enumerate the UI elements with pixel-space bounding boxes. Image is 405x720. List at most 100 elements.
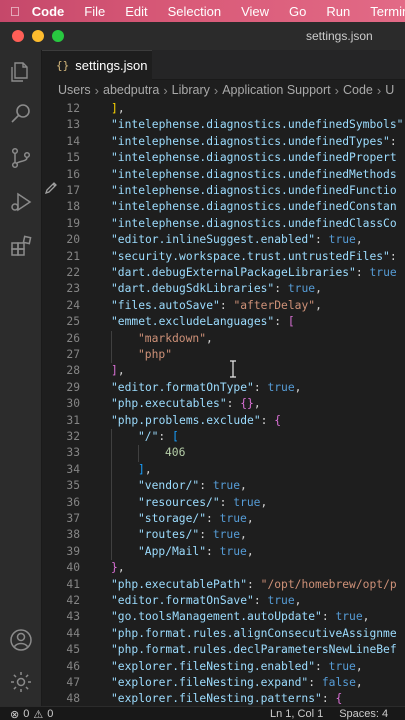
code-line[interactable]: 18 "intelephense.diagnostics.undefinedCon… bbox=[42, 199, 405, 215]
code-token: : bbox=[274, 315, 288, 329]
breadcrumb-item[interactable]: Users bbox=[58, 83, 91, 97]
code-line[interactable]: 32 "/": [ bbox=[42, 429, 405, 446]
menu-app-name[interactable]: Code bbox=[20, 4, 75, 19]
breadcrumb-item[interactable]: Code bbox=[343, 83, 373, 97]
code-text: "intelephense.diagnostics.undefinedPrope… bbox=[111, 150, 397, 166]
code-line[interactable]: 15 "intelephense.diagnostics.undefinedPro… bbox=[42, 150, 405, 166]
breadcrumb-item[interactable]: abedputra bbox=[103, 83, 159, 97]
code-line[interactable]: 16 "intelephense.diagnostics.undefinedMet… bbox=[42, 167, 405, 183]
code-line[interactable]: 46 "explorer.fileNesting.enabled": true, bbox=[42, 659, 405, 675]
code-token: true bbox=[219, 512, 247, 525]
code-line[interactable]: 22 "dart.debugExternalPackageLibraries": … bbox=[42, 265, 405, 281]
breadcrumb-item[interactable]: U bbox=[385, 83, 394, 97]
source-control-icon[interactable] bbox=[9, 146, 33, 170]
code-token: : bbox=[315, 233, 329, 247]
files-icon[interactable] bbox=[9, 60, 33, 84]
code-line[interactable]: 31 "php.problems.exclude": { bbox=[42, 413, 405, 429]
code-line[interactable]: 36 "resources/": true, bbox=[42, 494, 405, 511]
code-line[interactable]: 20 "editor.inlineSuggest.enabled": true, bbox=[42, 232, 405, 248]
code-token: : bbox=[253, 594, 268, 607]
code-text: 406 bbox=[165, 445, 185, 461]
code-token: "intelephense.diagnostics.undefinedTypes… bbox=[111, 134, 390, 148]
indent-guide bbox=[111, 330, 112, 347]
code-line[interactable]: 14 "intelephense.diagnostics.undefinedTyp… bbox=[42, 134, 405, 150]
code-line[interactable]: 30 "php.executables": {}, bbox=[42, 396, 405, 412]
code-token: , bbox=[260, 495, 268, 509]
code-token: } bbox=[111, 561, 118, 575]
code-line[interactable]: 47 "explorer.fileNesting.expand": false, bbox=[42, 675, 405, 691]
menu-terminal[interactable]: Termin bbox=[360, 4, 405, 19]
code-line[interactable]: 44 "php.format.rules.alignConsecutiveAssi… bbox=[42, 626, 405, 642]
code-token: : bbox=[321, 692, 336, 706]
code-text: "php" bbox=[138, 347, 172, 363]
code-line[interactable]: 38 "routes/": true, bbox=[42, 527, 405, 544]
code-line[interactable]: 21 "security.workspace.trust.untrustedFil… bbox=[42, 249, 405, 265]
extensions-icon[interactable] bbox=[9, 234, 33, 258]
code-token: : bbox=[206, 544, 220, 558]
menu-file[interactable]: File bbox=[74, 4, 115, 19]
code-line[interactable]: 24 "files.autoSave": "afterDelay", bbox=[42, 298, 405, 314]
code-line[interactable]: 37 "storage/": true, bbox=[42, 511, 405, 528]
menu-run[interactable]: Run bbox=[316, 4, 360, 19]
code-line[interactable]: 45 "php.format.rules.declParametersNewLin… bbox=[42, 642, 405, 658]
zoom-window-button[interactable] bbox=[52, 30, 64, 42]
menu-selection[interactable]: Selection bbox=[158, 4, 231, 19]
code-token: , bbox=[246, 544, 254, 558]
code-token: , bbox=[240, 528, 247, 542]
breadcrumb-item[interactable]: Application Support bbox=[222, 83, 330, 97]
code-text: "vendor/": true, bbox=[138, 478, 247, 494]
line-number: 27 bbox=[66, 348, 80, 361]
code-line[interactable]: 26 "markdown", bbox=[42, 330, 405, 347]
code-line[interactable]: 12], bbox=[42, 101, 405, 117]
code-line[interactable]: 23 "dart.debugSdkLibraries": true, bbox=[42, 281, 405, 297]
search-icon[interactable] bbox=[9, 102, 33, 126]
minimize-window-button[interactable] bbox=[32, 30, 44, 42]
breadcrumb-item[interactable]: Library bbox=[172, 83, 210, 97]
menu-view[interactable]: View bbox=[231, 4, 279, 19]
code-token: true bbox=[328, 659, 356, 673]
code-token: "php.problems.exclude" bbox=[111, 413, 261, 427]
code-token: "php.executables" bbox=[111, 397, 227, 411]
apple-icon[interactable]:  bbox=[0, 4, 20, 19]
code-text: "storage/": true, bbox=[138, 511, 254, 527]
code-token: "emmet.excludeLanguages" bbox=[111, 315, 275, 329]
run-debug-icon[interactable] bbox=[9, 190, 33, 214]
line-number: 46 bbox=[66, 659, 80, 673]
code-line[interactable]: 35 "vendor/": true, bbox=[42, 478, 405, 495]
line-number: 38 bbox=[66, 528, 80, 542]
indentation-setting[interactable]: Spaces: 4 bbox=[339, 708, 388, 720]
code-line[interactable]: 34], bbox=[42, 461, 405, 479]
settings-gear-icon[interactable] bbox=[9, 670, 33, 694]
code-line[interactable]: 28], bbox=[42, 363, 405, 379]
tab-settings-json[interactable]: {} settings.json bbox=[42, 50, 152, 80]
cursor-position[interactable]: Ln 1, Col 1 bbox=[270, 708, 323, 720]
indent-guide bbox=[111, 527, 112, 544]
code-line[interactable]: 39 "App/Mail": true, bbox=[42, 543, 405, 561]
code-line[interactable]: 42 "editor.formatOnSave": true, bbox=[42, 593, 405, 609]
close-window-button[interactable] bbox=[12, 30, 24, 42]
code-line[interactable]: 13 "intelephense.diagnostics.undefinedSym… bbox=[42, 117, 405, 133]
code-line[interactable]: 33 406 bbox=[42, 445, 405, 462]
code-token: , bbox=[355, 659, 363, 673]
code-token: 406 bbox=[165, 446, 186, 460]
code-text: "editor.formatOnType": true, bbox=[111, 380, 301, 396]
menu-go[interactable]: Go bbox=[279, 4, 316, 19]
code-text: "dart.debugSdkLibraries": true, bbox=[111, 281, 322, 297]
line-number: 25 bbox=[66, 315, 80, 329]
line-number: 35 bbox=[66, 479, 80, 493]
code-line[interactable]: 19 "intelephense.diagnostics.undefinedCla… bbox=[42, 216, 405, 232]
code-line[interactable]: 41 "php.executablePath": "/opt/homebrew/o… bbox=[42, 577, 405, 593]
code-token: "editor.inlineSuggest.enabled" bbox=[111, 233, 316, 247]
problems-indicator[interactable]: ⊗ 0 ⚠ 0 bbox=[10, 707, 53, 720]
code-line[interactable]: 29 "editor.formatOnType": true, bbox=[42, 380, 405, 396]
menu-edit[interactable]: Edit bbox=[115, 4, 157, 19]
code-line[interactable]: 40}, bbox=[42, 560, 405, 576]
code-line[interactable]: 17 "intelephense.diagnostics.undefinedFun… bbox=[42, 183, 405, 199]
code-line[interactable]: 43 "go.toolsManagement.autoUpdate": true, bbox=[42, 609, 405, 625]
code-text: "explorer.fileNesting.expand": false, bbox=[111, 675, 363, 691]
code-editor[interactable]: 12], 13 "intelephense.diagnostics.undefine… bbox=[42, 100, 405, 706]
code-line[interactable]: 27 "php" bbox=[42, 347, 405, 364]
code-line[interactable]: 48 "explorer.fileNesting.patterns": { bbox=[42, 691, 405, 706]
account-icon[interactable] bbox=[9, 628, 33, 652]
code-line[interactable]: 25 "emmet.excludeLanguages": [ bbox=[42, 314, 405, 330]
